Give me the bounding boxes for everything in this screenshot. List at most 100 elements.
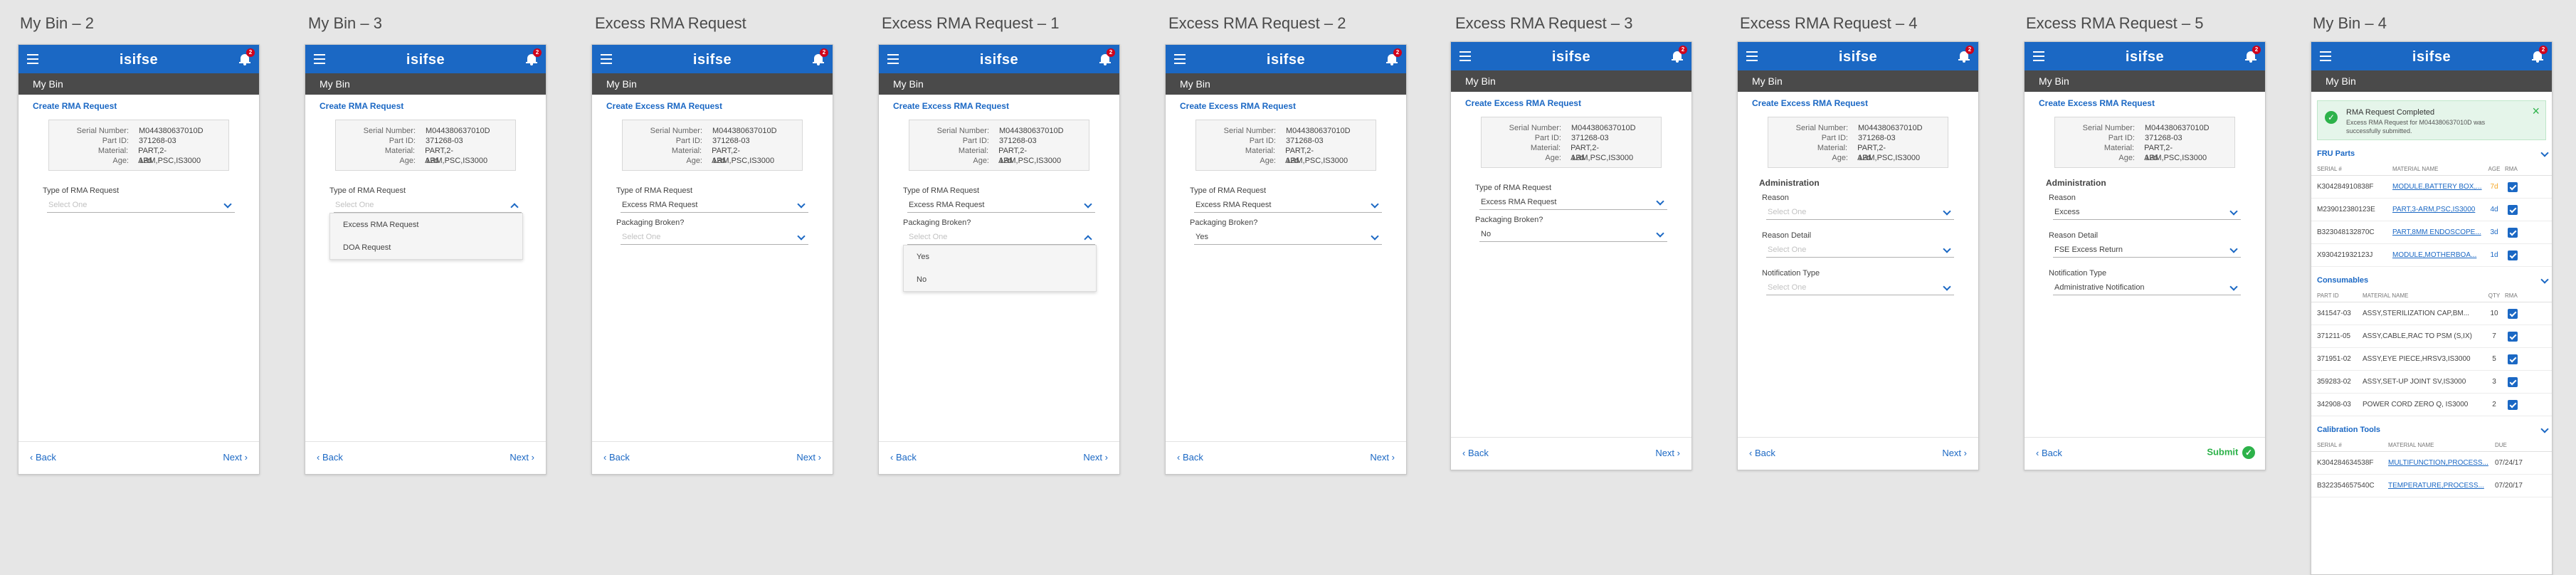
alert-title: RMA Request Completed <box>2346 108 2435 117</box>
reason-detail-select[interactable]: FSE Excess Return <box>2053 243 2241 258</box>
create-excess-rma-link[interactable]: Create Excess RMA Request <box>606 101 818 111</box>
table-row: K304284634538F MULTIFUNCTION,PROCESS... 07… <box>2311 452 2552 475</box>
age-cell: 3d <box>2490 228 2498 236</box>
next-button[interactable]: Next › <box>796 452 821 463</box>
screen-label: Excess RMA Request <box>595 14 746 32</box>
back-button[interactable]: ‹ Back <box>1749 448 1775 458</box>
close-icon[interactable]: × <box>2532 104 2540 119</box>
back-button[interactable]: ‹ Back <box>1177 452 1203 463</box>
part-value: 371268-03 <box>1858 134 1896 142</box>
bell-icon[interactable]: 2 <box>1672 46 1687 63</box>
material-link[interactable]: MULTIFUNCTION,PROCESS... <box>2388 452 2495 474</box>
bell-icon[interactable]: 2 <box>2532 46 2548 63</box>
rma-icon[interactable] <box>2508 205 2518 215</box>
create-excess-rma-link[interactable]: Create Excess RMA Request <box>2039 98 2251 108</box>
qty-cell: 10 <box>2490 310 2498 317</box>
part-info-box: Serial Number: M044380637010D Part ID: 371… <box>1481 117 1662 168</box>
column-header: MATERIAL NAME <box>2363 292 2409 299</box>
material-link[interactable]: PART,8MM ENDOSCOPE... <box>2392 221 2483 243</box>
part-cell: 371211-05 <box>2317 332 2351 340</box>
rma-icon[interactable] <box>2508 309 2518 319</box>
back-button[interactable]: ‹ Back <box>2036 448 2062 458</box>
bell-icon[interactable]: 2 <box>239 48 255 65</box>
material-cell: ASSY,SET-UP JOINT SV,IS3000 <box>2363 378 2466 386</box>
material-link[interactable]: MODULE,MOTHERBOA... <box>2392 244 2483 266</box>
dropdown-option-excess[interactable]: Excess RMA Request <box>330 213 522 236</box>
select-value: Excess RMA Request <box>1481 198 1557 206</box>
back-button[interactable]: ‹ Back <box>890 452 917 463</box>
rma-type-select[interactable]: Excess RMA Request <box>907 199 1095 213</box>
material-link[interactable]: PART,3-ARM,PSC,IS3000 <box>2392 199 2483 221</box>
next-label: Next <box>223 452 243 463</box>
packaging-select[interactable]: No <box>1479 228 1667 242</box>
rma-type-select[interactable]: Excess RMA Request <box>1194 199 1382 213</box>
bell-icon[interactable]: 2 <box>526 48 542 65</box>
age-label: Age: <box>1832 154 1848 162</box>
page-title: My Bin <box>592 73 833 95</box>
qty-cell: 3 <box>2492 378 2496 386</box>
notification-badge: 2 <box>820 48 828 57</box>
notification-type-select[interactable]: Administrative Notification <box>2053 281 2241 295</box>
create-excess-rma-link[interactable]: Create Excess RMA Request <box>1180 101 1392 111</box>
notification-type-select[interactable]: Select One <box>1766 281 1954 295</box>
reason-select[interactable]: Excess <box>2053 206 2241 220</box>
chevron-down-icon <box>1371 200 1379 209</box>
packaging-select[interactable]: Select One <box>621 231 808 245</box>
app-title: isifse <box>1838 49 1878 65</box>
material-link[interactable]: MODULE,BATTERY BOX,... <box>2392 176 2483 198</box>
consumables-section[interactable]: Consumables <box>2311 271 2552 290</box>
rma-icon[interactable] <box>2508 400 2518 410</box>
rma-type-select[interactable]: Select One <box>47 199 235 213</box>
dropdown-option-doa[interactable]: DOA Request <box>330 236 522 259</box>
rma-icon[interactable] <box>2508 354 2518 364</box>
rma-type-select[interactable]: Select One <box>334 199 522 213</box>
next-button[interactable]: Next › <box>223 452 248 463</box>
fru-parts-section[interactable]: FRU Parts <box>2311 144 2552 163</box>
bell-icon[interactable]: 2 <box>1386 48 1402 65</box>
packaging-select[interactable]: Select One <box>907 231 1095 245</box>
back-button[interactable]: ‹ Back <box>1462 448 1489 458</box>
bell-icon[interactable]: 2 <box>813 48 828 65</box>
rma-icon[interactable] <box>2508 377 2518 387</box>
app-title: isifse <box>406 52 445 68</box>
bell-icon[interactable]: 2 <box>1958 46 1974 63</box>
dropdown-option-yes[interactable]: Yes <box>904 246 1096 268</box>
back-button[interactable]: ‹ Back <box>317 452 343 463</box>
next-button[interactable]: Next › <box>1655 448 1680 458</box>
bell-icon[interactable]: 2 <box>1099 48 1115 65</box>
create-rma-link[interactable]: Create RMA Request <box>320 101 532 111</box>
check-circle-icon: ✓ <box>2242 446 2255 459</box>
create-excess-rma-link[interactable]: Create Excess RMA Request <box>1752 98 1964 108</box>
create-rma-link[interactable]: Create RMA Request <box>33 101 245 111</box>
section-title: Calibration Tools <box>2317 426 2381 434</box>
packaging-select[interactable]: Yes <box>1194 231 1382 245</box>
rma-type-select[interactable]: Excess RMA Request <box>1479 196 1667 210</box>
serial-value: M044380637010D <box>712 127 777 135</box>
back-button[interactable]: ‹ Back <box>603 452 630 463</box>
select-placeholder: Select One <box>909 233 948 241</box>
dropdown-option-no[interactable]: No <box>904 268 1096 291</box>
reason-select[interactable]: Select One <box>1766 206 1954 220</box>
reason-detail-select[interactable]: Select One <box>1766 243 1954 258</box>
submit-button[interactable]: Submit ✓ <box>2207 446 2255 459</box>
select-placeholder: Select One <box>622 233 661 241</box>
rma-icon[interactable] <box>2508 332 2518 342</box>
material-link[interactable]: TEMPERATURE,PROCESS... <box>2388 475 2495 497</box>
back-button[interactable]: ‹ Back <box>30 452 56 463</box>
next-button[interactable]: Next › <box>510 452 534 463</box>
rma-type-label: Type of RMA Request <box>43 186 119 195</box>
create-excess-rma-link[interactable]: Create Excess RMA Request <box>893 101 1105 111</box>
rma-type-select[interactable]: Excess RMA Request <box>621 199 808 213</box>
rma-icon[interactable] <box>2508 250 2518 260</box>
rma-type-label: Type of RMA Request <box>329 186 406 195</box>
chevron-down-icon <box>1371 232 1379 241</box>
create-excess-rma-link[interactable]: Create Excess RMA Request <box>1465 98 1677 108</box>
part-info-box: Serial Number: M044380637010D Part ID: 371… <box>1768 117 1948 168</box>
rma-icon[interactable] <box>2508 182 2518 192</box>
next-button[interactable]: Next › <box>1083 452 1108 463</box>
rma-icon[interactable] <box>2508 228 2518 238</box>
next-button[interactable]: Next › <box>1942 448 1967 458</box>
next-button[interactable]: Next › <box>1370 452 1395 463</box>
bell-icon[interactable]: 2 <box>2245 46 2261 63</box>
calibration-tools-section[interactable]: Calibration Tools <box>2311 421 2552 439</box>
